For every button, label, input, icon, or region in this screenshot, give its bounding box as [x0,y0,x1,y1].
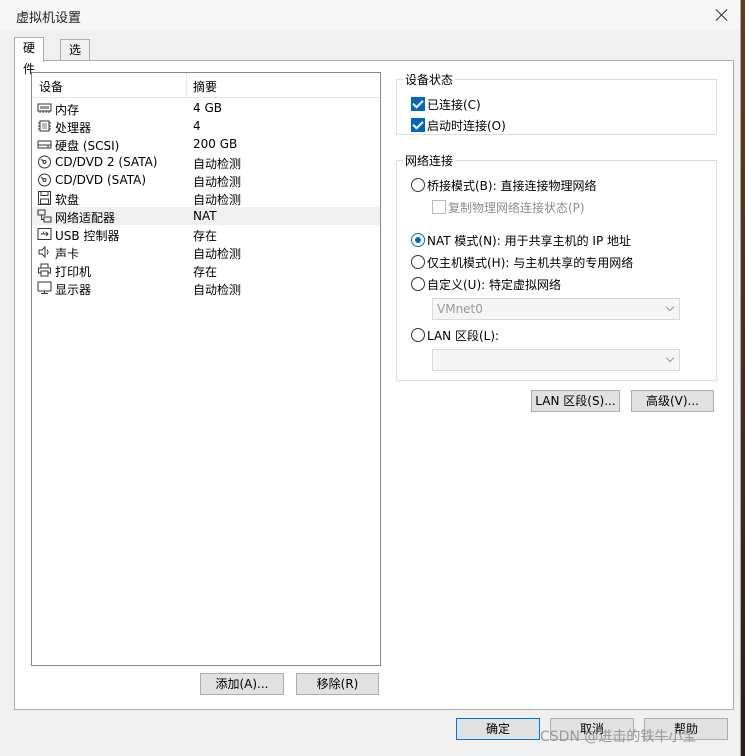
device-row-memory[interactable]: 内存 4 GB [32,99,380,117]
connected-checkbox[interactable] [411,97,425,111]
device-row-usb[interactable]: USB 控制器 存在 [32,225,380,243]
tab-hardware[interactable]: 硬件 [14,37,45,76]
chevron-down-icon [665,353,675,363]
advanced-button[interactable]: 高级(V)... [631,390,714,412]
device-name: 软盘 [55,193,80,207]
connected-label[interactable]: 已连接(C) [427,96,481,113]
network-connection-title: 网络连接 [403,152,456,169]
device-summary: 自动检测 [193,193,242,207]
device-row-floppy[interactable]: 软盘 自动检测 [32,189,380,207]
device-summary: 自动检测 [193,247,242,261]
window-title: 虚拟机设置 [16,11,82,26]
device-summary: 自动检测 [193,175,242,189]
device-summary: 200 GB [193,137,238,151]
vm-settings-dialog: 虚拟机设置 硬件 选项 设备 摘要 内存 4 GB 处理器 4 [0,0,741,756]
replicate-state-label: 复制物理网络连接状态(P) [448,201,585,215]
display-icon [37,281,52,294]
chevron-down-icon [665,302,675,312]
device-summary: 自动检测 [193,283,242,297]
device-name: 声卡 [55,247,80,261]
device-row-processor[interactable]: 处理器 4 [32,117,380,135]
device-summary: 4 GB [193,101,222,115]
device-name: CD/DVD 2 (SATA) [55,155,158,169]
connect-at-power-on-label[interactable]: 启动时连接(O) [427,117,506,134]
device-row-network-adapter[interactable]: 网络适配器 NAT [32,207,380,225]
printer-icon [38,263,51,277]
device-summary: 4 [193,119,201,133]
csdn-watermark: CSDN @进击的铁牛小宝 [540,729,697,745]
floppy-icon [38,191,51,205]
custom-label[interactable]: 自定义(U): 特定虚拟网络 [427,276,561,293]
device-summary: 自动检测 [193,157,242,171]
device-row-cd-dvd-2[interactable]: CD/DVD 2 (SATA) 自动检测 [32,153,380,171]
nat-radio[interactable] [411,233,425,247]
cd-dvd-icon [38,173,51,187]
device-row-harddisk[interactable]: 硬盘 (SCSI) 200 GB [32,135,380,153]
device-column-header[interactable]: 设备 [39,78,63,95]
title-bar: 虚拟机设置 [0,0,740,30]
custom-radio[interactable] [411,277,425,291]
device-row-printer[interactable]: 打印机 存在 [32,261,380,279]
lan-segments-button[interactable]: LAN 区段(S)... [531,390,620,412]
device-summary: 存在 [193,229,218,243]
host-only-radio[interactable] [411,255,425,269]
usb-icon [37,228,52,240]
remove-device-button[interactable]: 移除(R) [296,673,379,695]
tab-options[interactable]: 选项 [60,39,91,78]
network-adapter-icon [37,209,52,223]
host-only-label[interactable]: 仅主机模式(H): 与主机共享的专用网络 [427,254,633,271]
device-row-sound[interactable]: 声卡 自动检测 [32,243,380,261]
bridged-label[interactable]: 桥接模式(B): 直接连接物理网络 [427,177,596,194]
device-row-display[interactable]: 显示器 自动检测 [32,279,380,297]
device-name: CD/DVD (SATA) [55,173,147,187]
device-name: 显示器 [55,283,92,297]
lan-segment-select[interactable] [432,349,680,371]
column-divider[interactable] [186,73,187,97]
hardware-panel: 设备 摘要 内存 4 GB 处理器 4 硬盘 (SCSI) 200 GB CD/… [14,60,734,710]
add-device-button[interactable]: 添加(A)... [200,673,284,695]
device-name: 硬盘 (SCSI) [55,139,120,153]
ok-button[interactable]: 确定 [456,718,540,740]
device-summary: NAT [193,209,217,223]
harddisk-icon [37,140,52,149]
device-row-cd-dvd[interactable]: CD/DVD (SATA) 自动检测 [32,171,380,189]
cd-dvd-icon [38,155,51,169]
device-status-group: 设备状态 已连接(C) 启动时连接(O) [396,71,717,135]
device-status-title: 设备状态 [403,71,456,88]
device-name: 内存 [55,103,80,117]
network-connection-group: 网络连接 桥接模式(B): 直接连接物理网络 复制物理网络连接状态(P) NAT… [396,152,717,381]
summary-column-header[interactable]: 摘要 [193,78,217,95]
lan-segment-label[interactable]: LAN 区段(L): [427,327,499,344]
device-name: USB 控制器 [55,229,120,243]
vmnet-select[interactable]: VMnet0 [432,298,680,320]
memory-icon [37,103,52,113]
nat-label[interactable]: NAT 模式(N): 用于共享主机的 IP 地址 [427,232,631,249]
connect-at-power-on-checkbox[interactable] [411,118,425,132]
device-list[interactable]: 设备 摘要 内存 4 GB 处理器 4 硬盘 (SCSI) 200 GB CD/… [31,72,381,666]
device-name: 打印机 [55,265,92,279]
bridged-radio[interactable] [411,178,425,192]
sound-icon [38,245,49,259]
close-icon[interactable] [712,5,732,25]
device-summary: 存在 [193,265,218,279]
device-name: 处理器 [55,121,92,135]
replicate-state-checkbox[interactable] [432,200,446,214]
lan-segment-radio[interactable] [411,328,425,342]
device-list-header: 设备 摘要 [32,73,380,98]
vmnet-select-value: VMnet0 [437,302,483,316]
processor-icon [38,120,51,132]
device-name: 网络适配器 [55,211,116,225]
